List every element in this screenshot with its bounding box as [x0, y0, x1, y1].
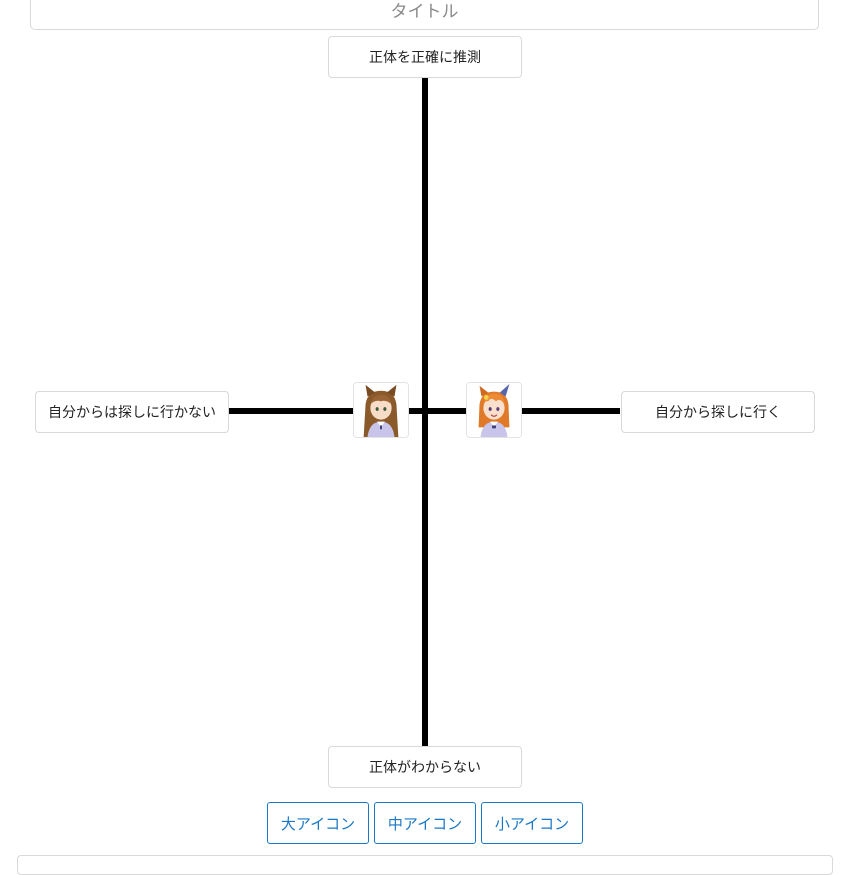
icon-size-button-group: 大アイコン 中アイコン 小アイコン: [267, 802, 583, 844]
character-icon-2[interactable]: [466, 382, 522, 438]
character-icon-1[interactable]: [353, 382, 409, 438]
axis-label-left[interactable]: 自分からは探しに行かない: [35, 391, 229, 433]
large-icon-button[interactable]: 大アイコン: [267, 802, 369, 844]
medium-icon-button[interactable]: 中アイコン: [374, 802, 476, 844]
horizontal-axis-line: [228, 408, 620, 414]
title-placeholder: タイトル: [390, 1, 459, 22]
title-input[interactable]: タイトル: [30, 0, 819, 30]
small-icon-button[interactable]: 小アイコン: [481, 802, 583, 844]
bottom-panel: [17, 855, 833, 875]
character-portrait-orange-hair-icon: [467, 383, 521, 437]
axis-label-top[interactable]: 正体を正確に推測: [328, 36, 522, 78]
character-portrait-brown-hair-icon: [354, 383, 408, 437]
axis-label-bottom[interactable]: 正体がわからない: [328, 746, 522, 788]
axis-label-right[interactable]: 自分から探しに行く: [621, 391, 815, 433]
